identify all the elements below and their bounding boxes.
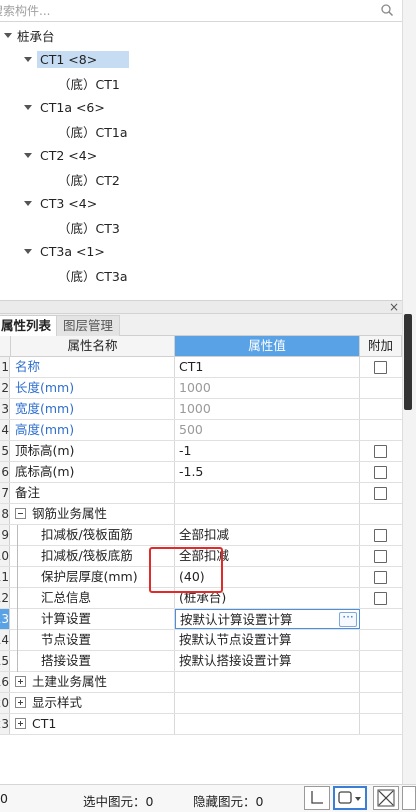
panel-splitter[interactable]: × (0, 300, 402, 314)
table-row[interactable]: 2 长度(mm) 1000 (0, 378, 402, 399)
tree-root[interactable]: 桩承台 (4, 25, 55, 45)
tree-group-label[interactable]: CT2 <4> (37, 147, 100, 164)
corner-icon (311, 791, 323, 804)
tree-group-label[interactable]: CT3 <4> (37, 195, 100, 212)
hidden-count: 隐藏图元：0 (193, 794, 264, 809)
tab-layer-management[interactable]: 图层管理 (56, 315, 121, 336)
extra-checkbox[interactable] (374, 571, 387, 584)
component-tree: 桩承台 CT1 <8> （底）CT1 CT1a <6> （底）CT1a CT2 … (0, 22, 402, 300)
search-icon[interactable] (380, 3, 394, 17)
more-options-button[interactable]: ··· (339, 611, 357, 627)
table-row-group[interactable]: 8 钢筋业务属性 (0, 504, 402, 525)
tree-root-label: 桩承台 (17, 28, 55, 44)
collapse-caret-icon[interactable] (24, 104, 32, 110)
collapse-caret-icon[interactable] (24, 200, 32, 206)
status-bar: 0 选中图元：0 隐藏图元：0 (0, 784, 416, 812)
extra-checkbox[interactable] (374, 487, 387, 500)
table-row[interactable]: 15 搭接设置 按默认搭接设置计算 (0, 651, 402, 672)
extra-checkbox[interactable] (374, 361, 387, 374)
table-row[interactable]: 4 高度(mm) 500 (0, 420, 402, 441)
selected-count: 选中图元：0 (83, 794, 154, 809)
cross-icon (377, 789, 395, 807)
tree-leaf[interactable]: （底）CT1a (58, 121, 127, 141)
table-row[interactable]: 6 底标高(m) -1.5 (0, 462, 402, 483)
tree-group-label[interactable]: CT1 <8> (37, 50, 129, 68)
expand-icon[interactable] (15, 697, 26, 708)
select-mode-button[interactable] (333, 786, 367, 810)
tree-group-label[interactable]: CT1a <6> (37, 99, 108, 116)
tree-group-label[interactable]: CT3a <1> (37, 243, 108, 260)
collapse-caret-icon[interactable] (24, 248, 32, 254)
table-row[interactable]: 5 顶标高(m) -1 (0, 441, 402, 462)
property-tabs: 属性列表 图层管理 (0, 314, 402, 336)
extra-checkbox[interactable] (374, 550, 387, 563)
collapse-icon[interactable] (15, 508, 26, 519)
tree-leaf[interactable]: （底）CT3a (58, 265, 127, 285)
tree-group-ct1[interactable]: CT1 <8> (24, 49, 129, 69)
table-row[interactable]: 7 备注 (0, 483, 402, 504)
table-row-group[interactable]: 16 土建业务属性 (0, 672, 402, 693)
collapse-caret-icon[interactable] (4, 32, 12, 38)
collapse-caret-icon[interactable] (24, 56, 32, 62)
table-row-group[interactable]: 20 显示样式 (0, 693, 402, 714)
scrollbar-thumb[interactable] (404, 314, 412, 410)
highlight-annotation (149, 547, 223, 593)
expand-icon[interactable] (15, 718, 26, 729)
tree-leaf[interactable]: （底）CT3 (58, 217, 120, 237)
table-row[interactable]: 9 扣减板/筏板面筋 全部扣减 (0, 525, 402, 546)
header-name: 属性名称 (11, 336, 175, 357)
tab-property-list[interactable]: 属性列表 (0, 315, 59, 336)
close-icon[interactable]: × (389, 300, 399, 314)
corner-snap-button[interactable] (304, 786, 330, 810)
search-input[interactable] (0, 0, 366, 21)
calc-setting-field[interactable]: 按默认计算设置计算 ··· (175, 609, 360, 629)
tree-line (17, 525, 18, 672)
collapse-caret-icon[interactable] (24, 152, 32, 158)
header-value: 属性值 (175, 336, 360, 357)
table-row[interactable]: 3 宽度(mm) 1000 (0, 399, 402, 420)
tree-group-ct3a[interactable]: CT3a <1> (24, 241, 108, 261)
status-count-left: 0 (0, 791, 8, 806)
tree-group-ct2[interactable]: CT2 <4> (24, 145, 100, 165)
table-row-group[interactable]: 23 CT1 (0, 714, 402, 735)
extra-checkbox[interactable] (374, 466, 387, 479)
header-extra: 附加 (360, 336, 402, 357)
tree-group-ct1a[interactable]: CT1a <6> (24, 97, 108, 117)
cross-select-button[interactable] (373, 786, 399, 810)
table-row[interactable]: 14 节点设置 按默认节点设置计算 (0, 630, 402, 651)
search-bar (0, 0, 402, 22)
tree-leaf[interactable]: （底）CT1 (58, 73, 120, 93)
extra-checkbox[interactable] (374, 529, 387, 542)
extra-checkbox[interactable] (374, 592, 387, 605)
header-num (0, 336, 11, 357)
expand-icon[interactable] (15, 676, 26, 687)
table-row-editing[interactable]: 13 计算设置 按默认计算设置计算 ··· (0, 609, 402, 630)
overflow-button[interactable] (402, 786, 416, 810)
tree-leaf[interactable]: （底）CT2 (58, 169, 120, 189)
rectangle-select-icon (338, 791, 361, 804)
tree-group-ct3[interactable]: CT3 <4> (24, 193, 100, 213)
extra-checkbox[interactable] (374, 445, 387, 458)
table-row[interactable]: 1 名称 CT1 (0, 357, 402, 378)
